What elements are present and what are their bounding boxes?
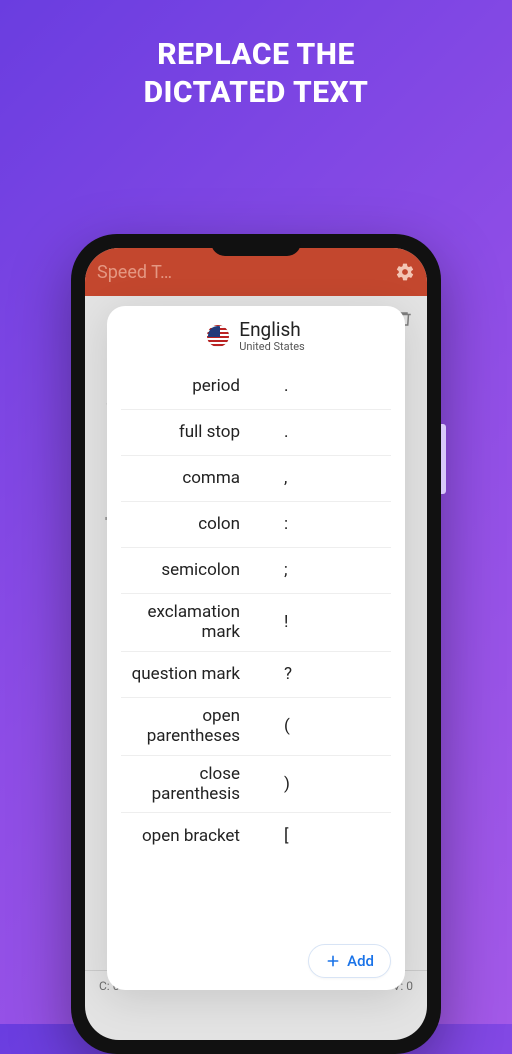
symbol-value: ( <box>270 716 391 736</box>
modal-region: United States <box>239 340 304 353</box>
phrase-label: comma <box>121 468 242 488</box>
list-item[interactable]: open parentheses ( <box>121 697 391 755</box>
plus-icon <box>325 953 341 969</box>
modal-title-block: English United States <box>239 320 304 353</box>
symbol-value: : <box>270 514 391 534</box>
phrase-label: open parentheses <box>121 706 242 747</box>
us-flag-icon <box>207 325 229 347</box>
list-item[interactable]: question mark ? <box>121 651 391 697</box>
phrase-label: question mark <box>121 664 242 684</box>
list-item[interactable]: exclamation mark ! <box>121 593 391 651</box>
phone-notch <box>211 234 301 256</box>
phrase-label: open bracket <box>121 826 242 846</box>
gear-icon[interactable] <box>395 262 415 282</box>
list-item[interactable]: open bracket [ <box>121 812 391 858</box>
symbol-value: . <box>270 376 391 396</box>
symbol-value: [ <box>270 826 391 846</box>
list-item[interactable]: comma , <box>121 455 391 501</box>
headline-line1: REPLACE THE <box>0 36 512 74</box>
phrase-label: period <box>121 376 242 396</box>
phrase-label: exclamation mark <box>121 602 242 643</box>
symbol-value: ? <box>270 664 391 684</box>
add-button[interactable]: Add <box>308 944 391 978</box>
add-button-label: Add <box>347 952 374 970</box>
symbol-value: , <box>270 468 391 488</box>
phrase-label: close parenthesis <box>121 764 242 805</box>
modal-language: English <box>239 320 304 340</box>
list-item[interactable]: semicolon ; <box>121 547 391 593</box>
app-title: Speed T… <box>97 262 172 283</box>
headline-line2: DICTATED TEXT <box>0 74 512 112</box>
symbol-value: ) <box>270 774 391 794</box>
symbol-value: ! <box>270 612 391 632</box>
list-item[interactable]: close parenthesis ) <box>121 755 391 813</box>
marketing-headline: REPLACE THE DICTATED TEXT <box>0 0 512 111</box>
phrase-label: semicolon <box>121 560 242 580</box>
phone-screen: Speed T… S la tl b s C: 0 V: 0 <box>85 248 427 1040</box>
list-item[interactable]: period . <box>121 363 391 409</box>
list-item[interactable]: full stop . <box>121 409 391 455</box>
phone-mockup: Speed T… S la tl b s C: 0 V: 0 <box>71 234 441 1054</box>
symbol-value: . <box>270 422 391 442</box>
phrase-label: full stop <box>121 422 242 442</box>
replace-dictation-modal: English United States period . full stop… <box>107 306 405 990</box>
phone-side-button <box>441 424 446 494</box>
symbol-value: ; <box>270 560 391 580</box>
replacement-list[interactable]: period . full stop . comma , colon <box>107 363 405 990</box>
phrase-label: colon <box>121 514 242 534</box>
modal-header: English United States <box>107 306 405 363</box>
list-item[interactable]: colon : <box>121 501 391 547</box>
